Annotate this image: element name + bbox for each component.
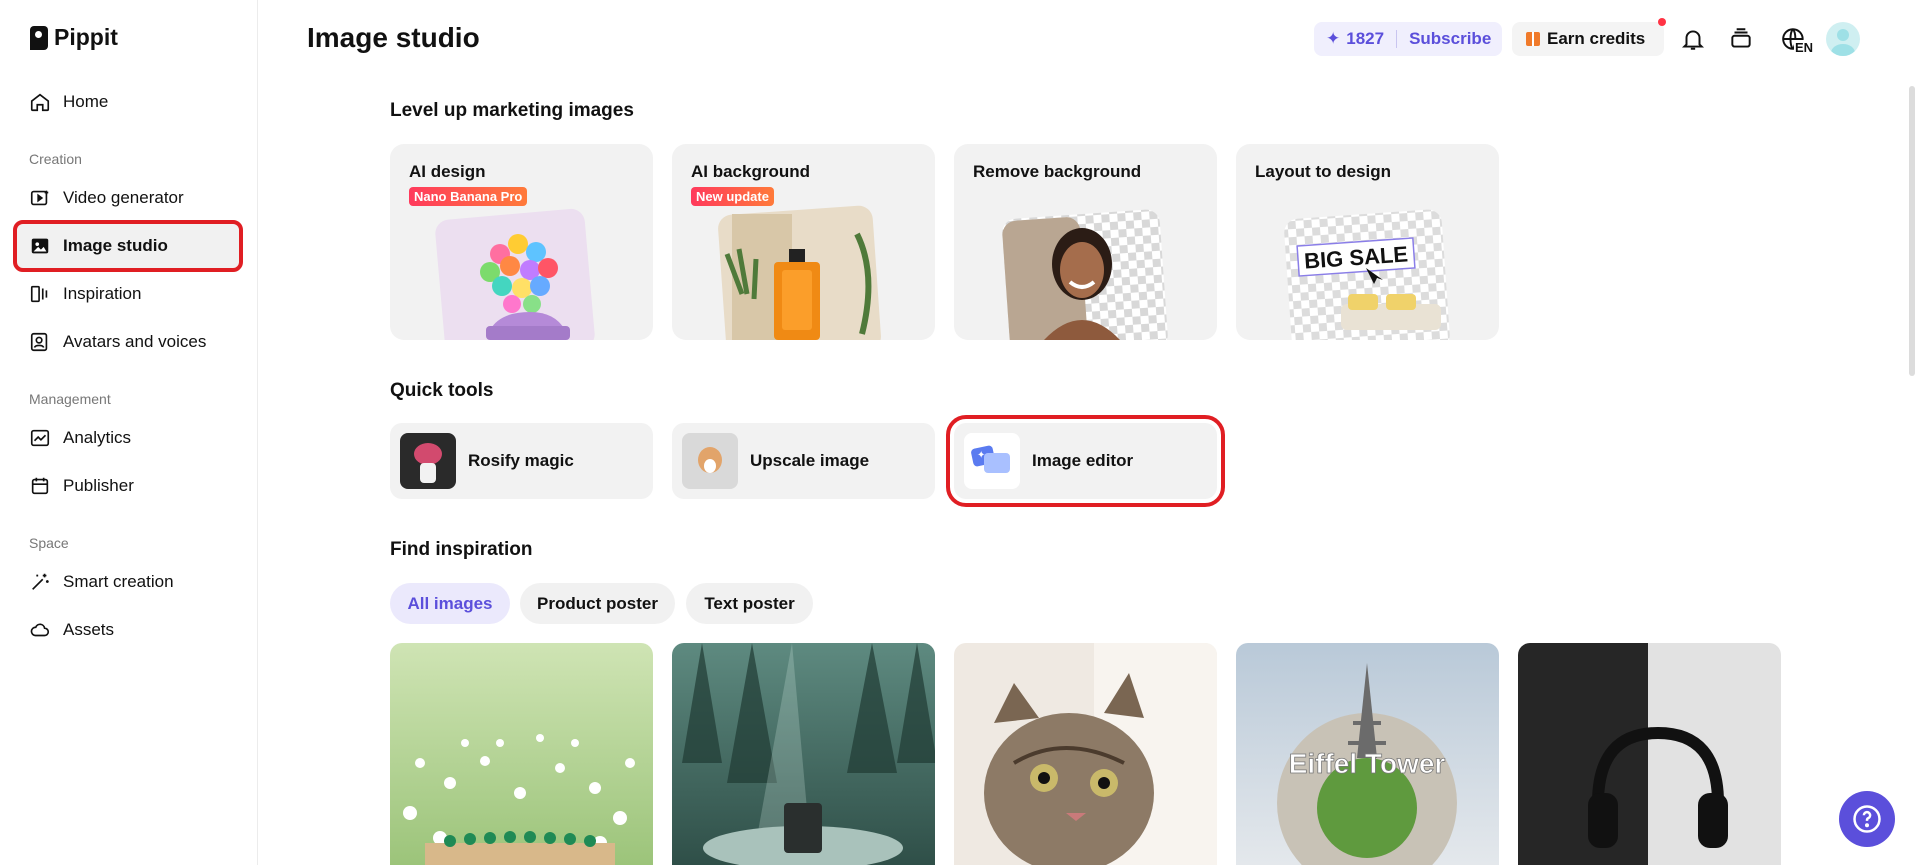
- filter-chip-product-poster[interactable]: Product poster: [520, 583, 675, 624]
- sidebar-item-label: Avatars and voices: [63, 332, 207, 351]
- section-title-marketing: Level up marketing images: [390, 100, 634, 121]
- gallery-card-forest-candle[interactable]: [672, 643, 935, 865]
- section-title-find-inspiration: Find inspiration: [390, 539, 533, 560]
- stack-icon[interactable]: [1726, 24, 1756, 54]
- forest-candle-image: [672, 643, 935, 865]
- eiffel-tower-text: Eiffel Tower: [1289, 748, 1446, 779]
- inspiration-icon: [29, 283, 51, 305]
- video-generator-icon: [29, 187, 51, 209]
- gallery-card-flower-field-bracelet[interactable]: [390, 643, 653, 865]
- pippit-logo[interactable]: Pippit: [30, 24, 118, 51]
- notification-dot: [1658, 18, 1666, 26]
- pippit-logo-icon: [30, 25, 48, 50]
- question-mark-icon: [1853, 805, 1881, 833]
- portrait-transparent-illustration: [1002, 209, 1168, 340]
- eiffel-tower-planet-image: Eiffel Tower: [1236, 643, 1499, 865]
- credits-count: 1827: [1346, 29, 1385, 48]
- corgi-thumbnail: [682, 433, 738, 489]
- big-sale-poster-illustration: BIG SALE: [1284, 209, 1450, 340]
- earn-credits-label: Earn credits: [1547, 29, 1646, 48]
- home-icon: [29, 91, 51, 113]
- tool-card-rosify-magic[interactable]: Rosify magic: [390, 423, 653, 499]
- sidebar-section-space: Space: [29, 535, 69, 551]
- gift-icon: [1526, 32, 1540, 46]
- sidebar-item-inspiration[interactable]: Inspiration: [17, 272, 239, 316]
- sidebar-item-analytics[interactable]: Analytics: [17, 416, 239, 460]
- section-title-quick-tools: Quick tools: [390, 380, 494, 401]
- image-editor-icon: ✦: [964, 433, 1020, 489]
- subscribe-button[interactable]: Subscribe: [1409, 29, 1491, 49]
- avatar-icon: [29, 331, 51, 353]
- cat-image: [954, 643, 1217, 865]
- filter-chip-text-poster[interactable]: Text poster: [686, 583, 813, 624]
- sidebar-item-label: Image studio: [63, 236, 168, 255]
- tool-card-label: Upscale image: [750, 451, 870, 470]
- perfume-bottle-illustration: [718, 205, 881, 340]
- image-studio-icon: [29, 235, 51, 257]
- language-label: EN: [1794, 40, 1815, 55]
- tool-card-label: Rosify magic: [468, 451, 574, 470]
- sidebar-item-smart-creation[interactable]: Smart creation: [17, 560, 239, 604]
- gallery-card-cat-peeking[interactable]: [954, 643, 1217, 865]
- earn-credits-button[interactable]: Earn credits: [1512, 22, 1664, 56]
- help-button[interactable]: [1839, 791, 1895, 847]
- sidebar-item-label: Inspiration: [63, 284, 142, 303]
- tool-card-label: Image editor: [1032, 451, 1134, 470]
- sidebar-item-label: Video generator: [63, 188, 184, 207]
- magic-wand-icon: [29, 571, 51, 593]
- filter-chip-all-images[interactable]: All images: [390, 583, 510, 624]
- balloon-car-illustration: [435, 208, 595, 340]
- sidebar-item-video-generator[interactable]: Video generator: [17, 176, 239, 220]
- sidebar-item-image-studio[interactable]: Image studio: [13, 220, 243, 272]
- sidebar-item-label: Analytics: [63, 428, 132, 447]
- feature-card-layout-to-design[interactable]: Layout to design BIG SALE: [1236, 144, 1499, 340]
- credits-badge[interactable]: ✦ 1827 Subscribe: [1314, 22, 1502, 56]
- sidebar-item-label: Publisher: [63, 476, 134, 495]
- tool-card-upscale-image[interactable]: Upscale image: [672, 423, 935, 499]
- sparkle-icon: ✦: [1326, 29, 1341, 48]
- gallery-card-headphones[interactable]: [1518, 643, 1781, 865]
- flower-field-image: [390, 643, 653, 865]
- page-title: Image studio: [307, 22, 480, 53]
- cloud-icon: [29, 619, 51, 641]
- sidebar-item-label: Smart creation: [63, 572, 174, 591]
- language-globe-icon[interactable]: EN: [1774, 24, 1815, 55]
- feature-card-ai-background[interactable]: AI background New update: [672, 144, 935, 340]
- sidebar-section-management: Management: [29, 391, 111, 407]
- sidebar-item-assets[interactable]: Assets: [17, 608, 239, 652]
- gallery-card-eiffel-tower-planet[interactable]: Eiffel Tower: [1236, 643, 1499, 865]
- sidebar-item-avatars-and-voices[interactable]: Avatars and voices: [17, 320, 239, 364]
- sidebar-item-label: Home: [63, 92, 109, 111]
- bell-icon[interactable]: [1678, 24, 1708, 54]
- feature-card-remove-background[interactable]: Remove background: [954, 144, 1217, 340]
- analytics-icon: [29, 427, 51, 449]
- tool-card-image-editor[interactable]: ✦ Image editor: [946, 415, 1225, 507]
- user-avatar[interactable]: [1826, 22, 1860, 56]
- sidebar-item-label: Assets: [63, 620, 115, 639]
- calendar-icon: [29, 475, 51, 497]
- feature-card-ai-design[interactable]: AI design Nano Banana Pro: [390, 144, 653, 340]
- app-name: Pippit: [54, 24, 118, 50]
- sidebar: Pippit Home Creation Video generator Ima…: [0, 0, 258, 865]
- divider: [1396, 30, 1398, 48]
- page-scrollbar[interactable]: [1909, 86, 1915, 376]
- sidebar-item-publisher[interactable]: Publisher: [17, 464, 239, 508]
- headphones-image: [1518, 643, 1781, 865]
- sidebar-section-creation: Creation: [29, 151, 82, 167]
- sidebar-item-home[interactable]: Home: [17, 80, 239, 124]
- rose-vase-thumbnail: [400, 433, 456, 489]
